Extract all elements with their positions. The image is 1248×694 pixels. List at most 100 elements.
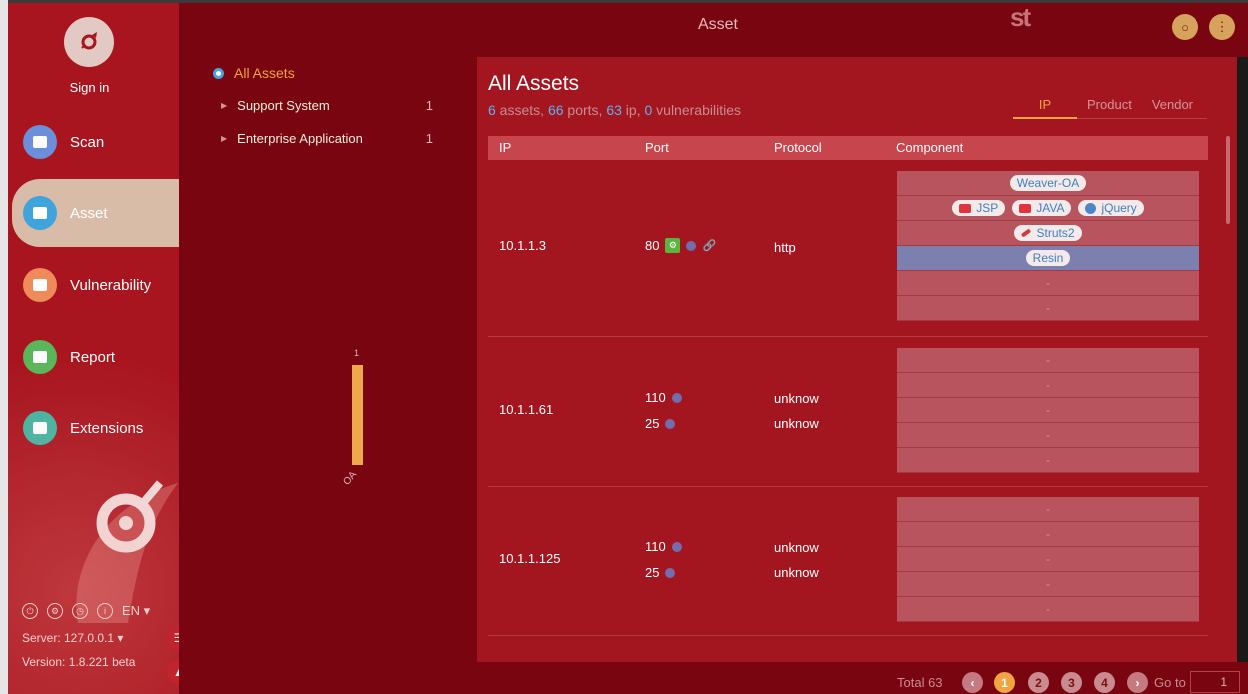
window-left-edge bbox=[0, 0, 8, 694]
next-page-icon[interactable]: › bbox=[1127, 672, 1148, 693]
nav-item-asset[interactable]: Asset bbox=[12, 179, 179, 247]
component-row: Struts2 bbox=[897, 221, 1199, 246]
column-header-port[interactable]: Port bbox=[645, 140, 669, 155]
view-tabs: IP Product Vendor bbox=[1013, 97, 1207, 119]
nav-item-label: Asset bbox=[70, 204, 108, 222]
brand-logo: st bbox=[1010, 2, 1031, 32]
component-row: - bbox=[897, 497, 1199, 522]
prev-page-icon[interactable]: ‹ bbox=[962, 672, 983, 693]
ip-count[interactable]: 63 bbox=[606, 102, 622, 118]
fingerprint-icon[interactable] bbox=[671, 392, 682, 403]
sign-in-link[interactable]: Sign in bbox=[8, 80, 171, 95]
tab-vendor[interactable]: Vendor bbox=[1142, 97, 1203, 119]
protocol-cell: http bbox=[774, 240, 796, 255]
total-count: Total 63 bbox=[897, 675, 943, 690]
caret-right-icon: ▶ bbox=[221, 101, 228, 110]
sidebar-footer-icons: ⏻ ⚙ ◷ i EN ▾ bbox=[22, 603, 150, 619]
ip-cell[interactable]: 10.1.1.125 bbox=[499, 551, 560, 566]
nav-item-extensions[interactable]: Extensions bbox=[8, 400, 179, 456]
feather-icon bbox=[1021, 228, 1032, 238]
ip-cell[interactable]: 10.1.1.3 bbox=[499, 238, 546, 253]
component-row: - bbox=[897, 597, 1199, 622]
component-row: Weaver-OA bbox=[897, 171, 1199, 196]
assets-summary: 6 assets, 66 ports, 63 ip, 0 vulnerabili… bbox=[488, 102, 741, 118]
vulns-count-label: vulnerabilities bbox=[652, 102, 741, 118]
page-button-4[interactable]: 4 bbox=[1094, 672, 1115, 693]
component-row: - bbox=[897, 296, 1199, 321]
caret-right-icon: ▶ bbox=[221, 134, 228, 143]
table-row[interactable]: 10.1.1.61 110 25 unknow unknow - - - - - bbox=[488, 338, 1208, 487]
component-row: - bbox=[897, 423, 1199, 448]
table-row[interactable]: 10.1.1.3 80 ⚙ 🔗 http Weaver-OA JSP JAVA … bbox=[488, 160, 1208, 337]
table-header: IP Port Protocol Component bbox=[488, 136, 1208, 160]
goto-label: Go to bbox=[1154, 675, 1186, 690]
page-button-1[interactable]: 1 bbox=[994, 672, 1015, 693]
component-tag[interactable]: jQuery bbox=[1078, 200, 1144, 216]
ports-count[interactable]: 66 bbox=[548, 102, 564, 118]
history-icon[interactable]: ◷ bbox=[72, 603, 88, 619]
more-icon[interactable]: ⋮ bbox=[1209, 14, 1235, 40]
version-text: Version: 1.8.221 beta bbox=[22, 655, 136, 669]
nav-item-report[interactable]: Report bbox=[8, 329, 179, 385]
component-list: Weaver-OA JSP JAVA jQuery Struts2 Resin … bbox=[897, 171, 1199, 321]
protocol-cell: unknow bbox=[774, 540, 819, 555]
nav-item-label: Extensions bbox=[70, 419, 144, 437]
nav-item-vulnerability[interactable]: Vulnerability bbox=[8, 257, 179, 313]
mini-chart-value: 1 bbox=[354, 348, 360, 358]
port-number[interactable]: 80 bbox=[645, 238, 659, 253]
table-scrollbar[interactable] bbox=[1226, 136, 1230, 224]
main-header bbox=[477, 3, 1248, 57]
scan-icon bbox=[23, 125, 57, 159]
tree-root-all-assets[interactable]: All Assets bbox=[213, 65, 295, 81]
mini-chart-bar bbox=[352, 365, 363, 465]
avatar[interactable] bbox=[64, 17, 114, 67]
fingerprint-icon[interactable] bbox=[686, 240, 697, 251]
component-row: - bbox=[897, 398, 1199, 423]
tab-product[interactable]: Product bbox=[1077, 97, 1142, 119]
component-tag[interactable]: Struts2 bbox=[1014, 225, 1082, 241]
mini-chart-label: OA bbox=[341, 469, 360, 488]
component-tag[interactable]: Weaver-OA bbox=[1009, 175, 1087, 191]
link-icon[interactable]: 🔗 bbox=[702, 239, 716, 252]
column-header-component[interactable]: Component bbox=[896, 140, 963, 155]
column-header-protocol[interactable]: Protocol bbox=[774, 140, 822, 155]
extensions-icon bbox=[23, 411, 57, 445]
power-icon[interactable]: ⏻ bbox=[22, 603, 38, 619]
port-number[interactable]: 25 bbox=[645, 416, 659, 431]
port-cell: 25 bbox=[645, 416, 676, 431]
info-icon[interactable]: i bbox=[97, 603, 113, 619]
server-selector[interactable]: Server: 127.0.0.1 ▾ bbox=[22, 631, 123, 645]
component-row: - bbox=[897, 522, 1199, 547]
fingerprint-icon[interactable] bbox=[665, 418, 676, 429]
port-number[interactable]: 110 bbox=[645, 539, 666, 554]
fingerprint-icon[interactable] bbox=[671, 541, 682, 552]
tree-item-enterprise-application[interactable]: ▶ Enterprise Application 1 bbox=[221, 131, 433, 146]
table-row[interactable]: 10.1.1.125 110 25 unknow unknow - - - - … bbox=[488, 488, 1208, 636]
radio-dot-icon bbox=[213, 67, 224, 79]
ports-count-label: ports, bbox=[563, 102, 607, 118]
port-number[interactable]: 25 bbox=[645, 565, 659, 580]
ip-cell[interactable]: 10.1.1.61 bbox=[499, 402, 553, 417]
page-button-3[interactable]: 3 bbox=[1061, 672, 1082, 693]
gear-icon[interactable]: ⚙ bbox=[665, 238, 681, 253]
search-icon[interactable]: ○ bbox=[1172, 14, 1198, 40]
component-tag[interactable]: Resin bbox=[1025, 250, 1071, 266]
nav-item-scan[interactable]: Scan bbox=[8, 114, 179, 170]
tree-item-count: 1 bbox=[425, 98, 433, 113]
assets-count[interactable]: 6 bbox=[488, 102, 496, 118]
page-button-2[interactable]: 2 bbox=[1028, 672, 1049, 693]
protocol-cell: unknow bbox=[774, 391, 819, 406]
tree-item-support-system[interactable]: ▶ Support System 1 bbox=[221, 98, 433, 113]
column-header-ip[interactable]: IP bbox=[499, 140, 511, 155]
component-tag[interactable]: JSP bbox=[952, 200, 1006, 216]
vulnerability-icon bbox=[23, 268, 57, 302]
component-row: - bbox=[897, 373, 1199, 398]
fingerprint-icon[interactable] bbox=[665, 567, 676, 578]
component-tag[interactable]: JAVA bbox=[1012, 200, 1072, 216]
language-selector[interactable]: EN ▾ bbox=[122, 603, 150, 619]
goto-page-input[interactable] bbox=[1190, 671, 1240, 693]
port-number[interactable]: 110 bbox=[645, 390, 666, 405]
settings-icon[interactable]: ⚙ bbox=[47, 603, 63, 619]
tree-root-label: All Assets bbox=[234, 65, 295, 81]
tab-ip[interactable]: IP bbox=[1013, 97, 1077, 119]
